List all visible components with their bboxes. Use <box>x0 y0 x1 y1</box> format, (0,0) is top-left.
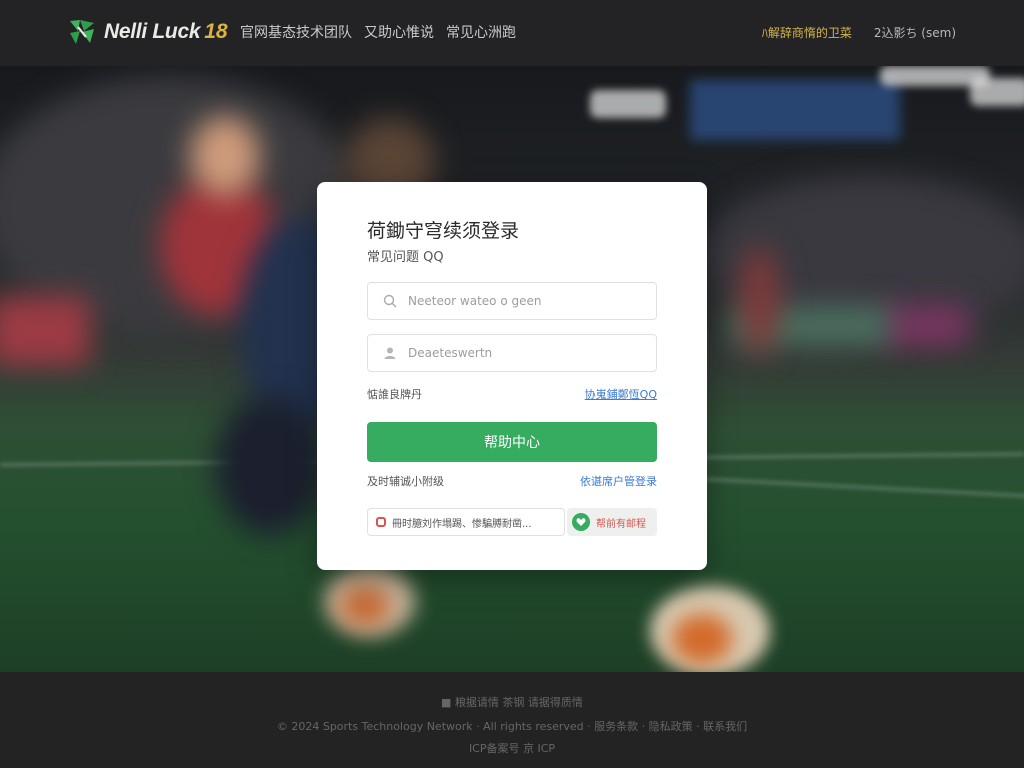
support-badge[interactable]: 帮前有邮程 <box>567 508 657 536</box>
header-link-sem[interactable]: 2込影ち (sem) <box>874 24 956 41</box>
top-header: Nelli Luck 18 官网基态技术团队 又助心惟说 常见心洲跑 ﾊ解辞商惰… <box>0 0 1024 66</box>
options-row: 惦誰良牌丹 协嵬鋪鄭恆QQ <box>367 386 657 402</box>
notice-text: 冊时臆刘作塌踢、惨騙膊耐凿... <box>392 518 532 530</box>
user-icon <box>382 345 398 361</box>
login-subtitle: 常见问题 QQ <box>367 250 444 265</box>
heart-icon <box>572 513 590 531</box>
notice-box[interactable]: 冊时臆刘作塌踢、惨騙膊耐凿... <box>367 508 565 536</box>
alt-login-link[interactable]: 依谌席户管登录 <box>580 473 657 489</box>
remember-me-label[interactable]: 惦誰良牌丹 <box>367 386 422 402</box>
password-input[interactable] <box>408 346 648 360</box>
brand-logo[interactable]: Nelli Luck 18 <box>66 17 228 47</box>
logo-number: 18 <box>204 20 228 43</box>
username-input[interactable] <box>408 294 648 308</box>
alert-icon <box>376 517 386 527</box>
badge-text: 帮前有邮程 <box>596 518 646 530</box>
forgot-link[interactable]: 协嵬鋪鄭恆QQ <box>585 386 657 402</box>
nav-item-help[interactable]: 又助心惟说 <box>364 22 434 42</box>
page-footer: ■ 粮据请情 茶钢 请据得质情 © 2024 Sports Technology… <box>0 672 1024 768</box>
username-field[interactable] <box>367 282 657 320</box>
nav-item-team[interactable]: 官网基态技术团队 <box>240 22 352 42</box>
help-text: 及时辅诚小附级 <box>367 475 444 488</box>
logo-text: Nelli Luck <box>104 20 201 43</box>
header-link-promo[interactable]: ﾊ解辞商惰的卫菜 <box>762 24 852 41</box>
header-actions: ﾊ解辞商惰的卫菜 2込影ち (sem) <box>762 24 956 41</box>
nav-item-faq[interactable]: 常见心洲跑 <box>446 22 516 42</box>
search-icon <box>382 293 398 309</box>
card-footer-row: 及时辅诚小附级 依谌席户管登录 <box>367 473 657 489</box>
footer-line-2: © 2024 Sports Technology Network · All r… <box>276 720 748 733</box>
login-card: 荷鋤守穹续须登录 常见问题 QQ 惦誰良牌丹 协嵬鋪鄭恆QQ 帮助中心 及时辅诚… <box>317 182 707 570</box>
main-nav: 官网基态技术团队 又助心惟说 常见心洲跑 <box>240 22 516 42</box>
login-title: 荷鋤守穹续须登录 <box>367 220 520 242</box>
password-field[interactable] <box>367 334 657 372</box>
clover-logo-icon <box>66 17 98 47</box>
submit-button[interactable]: 帮助中心 <box>367 422 657 462</box>
footer-line-3: ICP备案号 京 ICP <box>468 742 556 755</box>
footer-line-1: ■ 粮据请情 茶钢 请据得质情 <box>441 696 583 709</box>
